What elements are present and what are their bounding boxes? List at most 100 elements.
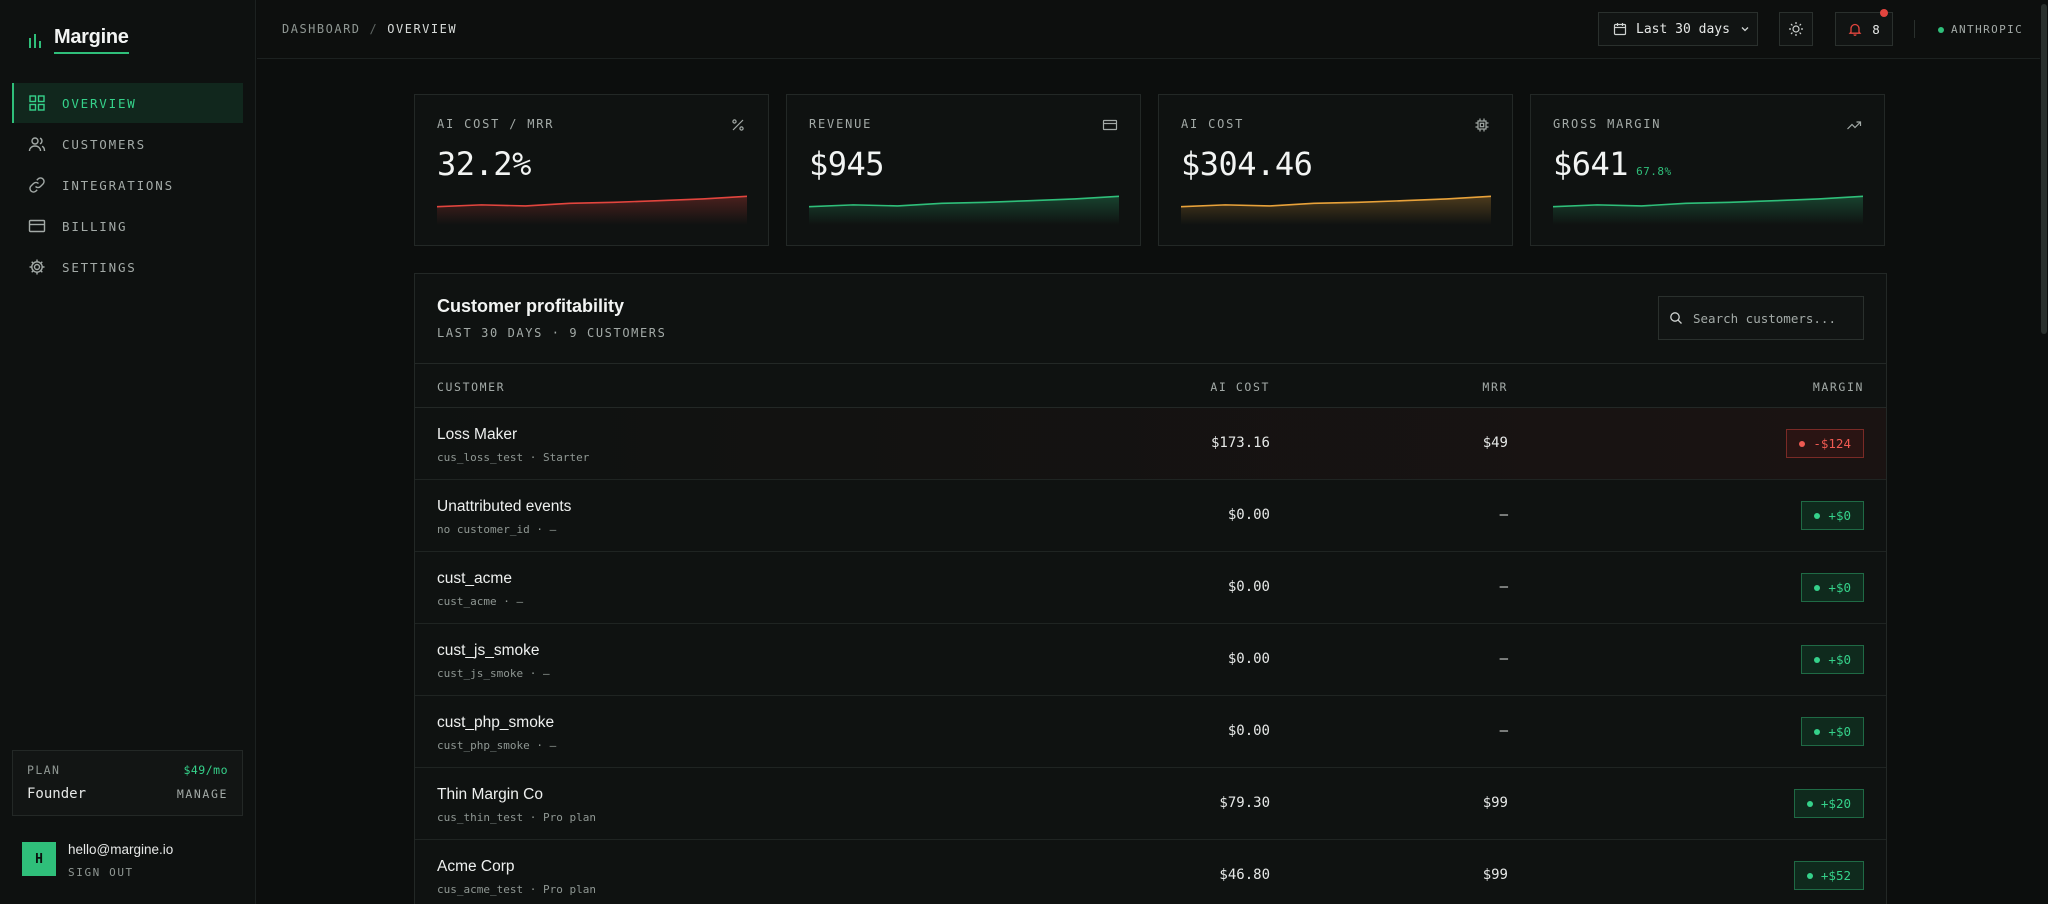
credit-card-icon [28,219,46,233]
margin-badge: +$0 [1801,501,1864,530]
customer-name: Thin Margin Co [437,786,543,803]
kpi-sparkline [1181,195,1491,225]
sidebar-nav: OVERVIEW CUSTOMERS INTEGRATIONS BILLING [12,83,243,288]
kpi-label: REVENUE [809,117,873,131]
ai-cost-value: $79.30 [1219,795,1270,811]
plan-price: $49/mo [183,763,228,777]
ai-cost-value: $173.16 [1210,435,1270,451]
manage-plan-link[interactable]: MANAGE [177,787,228,801]
calendar-icon [1613,23,1627,36]
customer-meta: cus_thin_test · Pro plan [437,811,596,824]
sidebar-item-label: CUSTOMERS [62,136,146,152]
kpi-sparkline [1553,195,1863,225]
avatar[interactable]: H [22,842,56,876]
notifications-button[interactable]: 8 [1835,9,1893,46]
mrr-value: $99 [1482,795,1508,811]
topbar: DASHBOARD / OVERVIEW Last 30 days 8 ANTH… [257,0,2048,59]
margin-badge: +$20 [1793,789,1864,818]
customer-name: Loss Maker [437,426,518,443]
table-row[interactable]: Unattributed events no customer_id · — $… [415,480,1886,552]
sparkline-area [1181,196,1491,225]
column-header-customer[interactable]: CUSTOMER [437,380,505,394]
date-range-select[interactable]: Last 30 days [1598,12,1758,46]
user-email: hello@margine.io [68,842,174,857]
status-dot [1806,872,1813,879]
status-dot [1938,26,1944,33]
table-row[interactable]: Loss Maker cus_loss_test · Starter $173.… [415,408,1886,480]
status-dot [1814,656,1821,663]
kpi-card-gross-margin: GROSS MARGIN $641 67.8% [1530,94,1885,246]
sidebar-item-integrations[interactable]: INTEGRATIONS [12,165,243,205]
customer-name: Unattributed events [437,498,572,515]
sidebar-item-billing[interactable]: BILLING [12,206,243,246]
customer-meta: no customer_id · — [437,523,557,536]
plan-card: PLAN $49/mo Founder MANAGE [12,750,243,816]
customer-name: cust_acme [437,570,512,587]
users-icon [28,137,46,152]
kpi-value: $641 [1553,145,1629,183]
customer-meta: cust_acme · — [437,595,524,608]
notification-count: 8 [1872,21,1880,37]
customer-name: Acme Corp [437,858,515,875]
table-row[interactable]: Thin Margin Co cus_thin_test · Pro plan … [415,768,1886,840]
page-scrollbar[interactable] [2040,0,2048,904]
margin-value: -$124 [1813,436,1851,451]
kpi-label: AI COST [1181,117,1245,131]
margin-badge: +$0 [1801,573,1864,602]
margin-value: +$52 [1820,868,1851,883]
customer-meta: cust_php_smoke · — [437,739,557,752]
chip-icon [1475,118,1489,132]
plan-label: PLAN [27,763,61,777]
margin-value: +$0 [1828,508,1851,523]
table-row[interactable]: cust_acme cust_acme · — $0.00 — +$0 [415,552,1886,624]
logo[interactable]: Margine [28,26,129,54]
column-header-mrr[interactable]: MRR [1482,380,1508,394]
kpi-value: $945 [809,145,885,183]
ai-cost-value: $0.00 [1227,723,1270,739]
column-header-ai-cost[interactable]: AI COST [1210,380,1270,394]
mrr-value: $99 [1482,867,1508,883]
margin-badge: -$124 [1786,429,1864,458]
table-row[interactable]: cust_php_smoke cust_php_smoke · — $0.00 … [415,696,1886,768]
ai-cost-value: $0.00 [1227,507,1270,523]
search-box [1658,296,1864,340]
provider-name: ANTHROPIC [1951,23,2024,36]
kpi-sparkline [809,195,1119,225]
bar-chart-icon [29,34,41,48]
sidebar-item-label: SETTINGS [62,259,137,275]
mrr-value: — [1499,507,1508,523]
margin-badge: +$0 [1801,645,1864,674]
panel-title: Customer profitability [437,296,625,316]
divider [1914,20,1915,38]
table-row[interactable]: Acme Corp cus_acme_test · Pro plan $46.8… [415,840,1886,904]
mrr-value: $49 [1482,435,1508,451]
breadcrumb: DASHBOARD / OVERVIEW [282,22,457,36]
ai-cost-value: $0.00 [1227,651,1270,667]
trending-up-icon [1847,121,1862,130]
kpi-label: GROSS MARGIN [1553,117,1662,131]
sign-out-link[interactable]: SIGN OUT [68,866,173,879]
grid-icon [29,95,45,111]
status-dot [1814,584,1821,591]
sidebar-item-label: OVERVIEW [62,95,137,111]
sidebar-item-settings[interactable]: SETTINGS [12,247,243,287]
search-input[interactable] [1693,310,1853,326]
table-row[interactable]: cust_js_smoke cust_js_smoke · — $0.00 — … [415,624,1886,696]
table-header: CUSTOMER AI COST MRR MARGIN [415,363,1886,408]
theme-toggle-button[interactable] [1779,12,1813,46]
gear-icon [29,259,45,275]
kpi-label: AI COST / MRR [437,117,555,131]
column-header-margin[interactable]: MARGIN [1813,380,1864,394]
kpi-card-ai-cost-mrr: AI COST / MRR 32.2% [414,94,769,246]
scrollbar-thumb[interactable] [2041,4,2047,334]
mrr-value: — [1499,651,1508,667]
breadcrumb-dashboard[interactable]: DASHBOARD [282,22,361,36]
ai-cost-value: $46.80 [1219,867,1270,883]
card-icon [1102,119,1118,131]
sidebar-item-overview[interactable]: OVERVIEW [12,83,243,123]
margin-value: +$0 [1828,724,1851,739]
margin-value: +$20 [1820,796,1851,811]
ai-cost-value: $0.00 [1227,579,1270,595]
kpi-margin-percent: 67.8% [1636,165,1672,178]
sidebar-item-customers[interactable]: CUSTOMERS [12,124,243,164]
